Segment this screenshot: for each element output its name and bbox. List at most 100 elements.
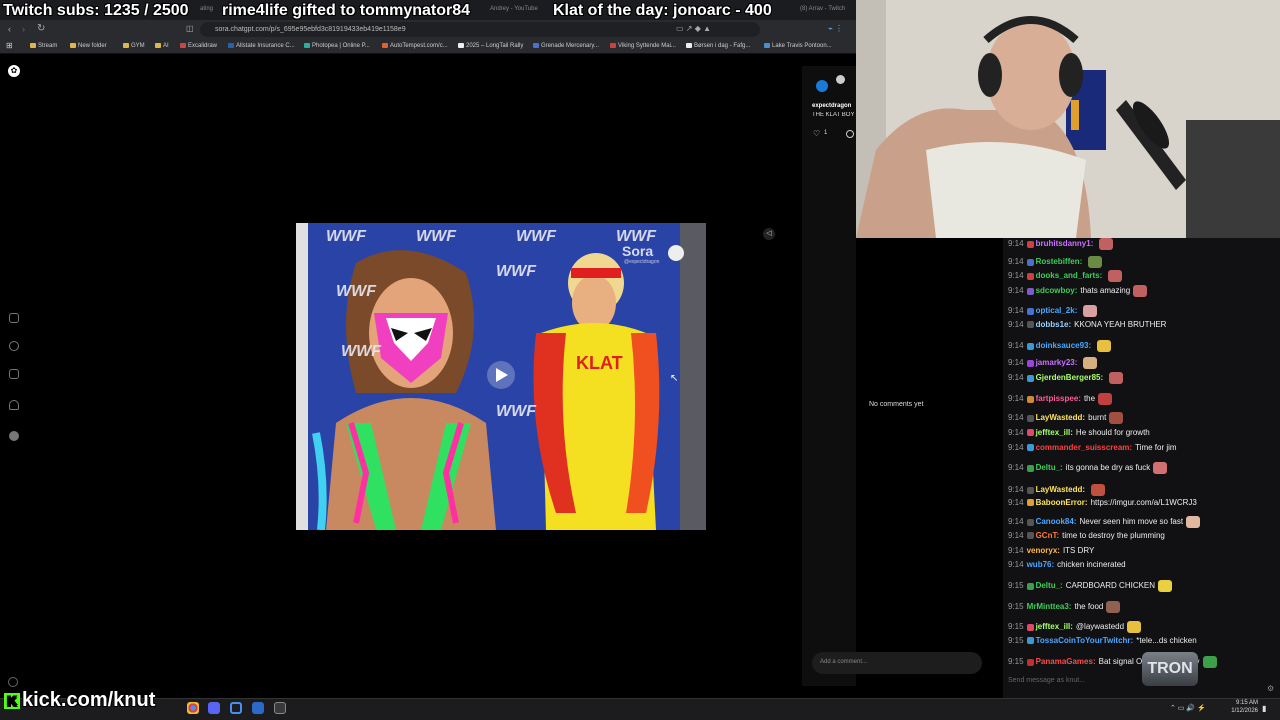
forward-icon[interactable]: › xyxy=(22,24,25,34)
chat-username[interactable]: Rostebiffen: xyxy=(1036,257,1083,266)
chat-username[interactable]: dooks_and_farts: xyxy=(1036,271,1103,280)
like-icon[interactable]: ♡ xyxy=(813,129,820,138)
bookmark-item[interactable]: Viking Syttende Mai... xyxy=(610,43,676,49)
app-icon[interactable] xyxy=(274,702,286,714)
browser-tab[interactable]: ating xyxy=(200,6,213,12)
system-tray-icons[interactable]: ⌃ ▭ 🔊 ⚡ xyxy=(1170,704,1206,712)
chat-username[interactable]: BaboonError: xyxy=(1036,498,1088,507)
bookmark-item[interactable]: GYM xyxy=(123,43,145,49)
bookmark-item[interactable]: 2025 – LongTail Rally xyxy=(458,43,523,49)
chat-username[interactable]: Deltu_: xyxy=(1036,463,1063,472)
chat-username[interactable]: venoryx: xyxy=(1027,546,1060,555)
chat-badge-icon[interactable] xyxy=(1026,582,1034,590)
chat-badge-icon[interactable] xyxy=(1026,240,1034,248)
chat-message: 9:14 GCnT: time to destroy the plumming xyxy=(1008,531,1165,540)
browser-tab[interactable]: (8) Arrav - Twitch xyxy=(800,6,845,12)
chat-username[interactable]: wub76: xyxy=(1027,560,1055,569)
notification-bell-icon[interactable]: ▮ xyxy=(1262,704,1266,713)
chat-username[interactable]: dobbs1e: xyxy=(1036,320,1072,329)
bookmark-item[interactable]: Lake Travis Pontoon... xyxy=(764,43,832,49)
bookmark-item[interactable]: AI xyxy=(155,43,169,49)
bookmark-item[interactable]: Photopea | Online P... xyxy=(304,43,370,49)
video-player[interactable]: WWF WWF WWF WWF WWF WWF WWF WWF KLAT Sor… xyxy=(296,223,706,530)
reload-icon[interactable]: ↻ xyxy=(37,23,45,34)
chat-input[interactable]: Send message as knut... xyxy=(1008,677,1085,684)
viking-icon xyxy=(610,43,616,48)
browser-tab[interactable]: Andrey - YouTube xyxy=(490,6,538,12)
chat-username[interactable]: GjerdenBerger85: xyxy=(1036,373,1104,382)
extensions-icon[interactable]: ▭ ↗ ◆ ▲ xyxy=(676,24,711,33)
clock-date[interactable]: 1/12/2026 xyxy=(1228,708,1258,714)
chat-username[interactable]: MrMinttea3: xyxy=(1027,602,1072,611)
author-avatar[interactable] xyxy=(816,80,828,92)
chat-badge-icon[interactable] xyxy=(1026,272,1034,280)
chat-username[interactable]: fartpisspee: xyxy=(1036,394,1081,403)
settings-icon[interactable] xyxy=(8,677,18,687)
url-text[interactable]: sora.chatgpt.com/p/s_695e95ebfd3c8191943… xyxy=(215,26,406,33)
chat-badge-icon[interactable] xyxy=(1026,637,1034,645)
bell-icon[interactable] xyxy=(9,400,19,410)
search-icon[interactable] xyxy=(9,341,19,351)
profile-icon[interactable]: ⌁ ⋮ xyxy=(828,24,843,33)
bookmark-item[interactable]: New folder xyxy=(70,43,107,49)
chat-username[interactable]: GCnT: xyxy=(1036,531,1060,540)
avatar[interactable] xyxy=(9,431,19,441)
sora-logo-icon[interactable]: ✿ xyxy=(8,65,20,77)
bookmark-item[interactable]: Excalidraw xyxy=(180,43,217,49)
trophy-icon[interactable] xyxy=(9,369,19,379)
chat-badge-icon[interactable] xyxy=(1026,658,1034,666)
clock-time[interactable]: 9:15 AM xyxy=(1228,700,1258,706)
chrome-icon[interactable] xyxy=(187,702,199,714)
chat-badge-icon[interactable] xyxy=(1026,374,1034,382)
chat-username[interactable]: PanamaGames: xyxy=(1036,657,1096,666)
chat-username[interactable]: TossaCoinToYourTwitchr: xyxy=(1036,636,1134,645)
chat-username[interactable]: optical_2k: xyxy=(1036,306,1078,315)
bookmark-star-icon[interactable]: ◫ xyxy=(186,24,194,33)
user-icon[interactable] xyxy=(836,75,845,84)
chat-badge-icon[interactable] xyxy=(1026,486,1034,494)
bookmark-item[interactable]: Grenade Mercenary... xyxy=(533,43,599,49)
chat-badge-icon[interactable] xyxy=(1026,414,1034,422)
mute-icon[interactable]: ◁ xyxy=(763,228,775,240)
apps-icon[interactable]: ⊞ xyxy=(6,41,13,50)
chat-badge-icon[interactable] xyxy=(1026,258,1034,266)
chat-username[interactable]: bruhitsdanny1: xyxy=(1036,239,1094,248)
chat-badge-icon[interactable] xyxy=(1026,518,1034,526)
bookmark-item[interactable]: Allstate Insurance C... xyxy=(228,43,295,49)
chat-badge-icon[interactable] xyxy=(1026,359,1034,367)
remix-icon[interactable] xyxy=(846,130,854,138)
chat-badge-icon[interactable] xyxy=(1026,395,1034,403)
chat-badge-icon[interactable] xyxy=(1026,499,1034,507)
chat-badge-icon[interactable] xyxy=(1026,464,1034,472)
chat-badge-icon[interactable] xyxy=(1026,321,1034,329)
chat-settings-icon[interactable]: ⚙ xyxy=(1267,684,1274,693)
chat-badge-icon[interactable] xyxy=(1026,429,1034,437)
discord-icon[interactable] xyxy=(208,702,220,714)
chat-badge-icon[interactable] xyxy=(1026,623,1034,631)
back-icon[interactable]: ‹ xyxy=(8,24,11,34)
bookmark-item[interactable]: Stream xyxy=(30,43,57,49)
chat-username[interactable]: sdcowboy: xyxy=(1036,286,1078,295)
chat-badge-icon[interactable] xyxy=(1026,342,1034,350)
chat-username[interactable]: commander_suisscream: xyxy=(1036,443,1133,452)
chat-username[interactable]: doinksauce93: xyxy=(1036,341,1092,350)
author-name[interactable]: expectdragon xyxy=(812,103,851,109)
chat-username[interactable]: Canook84: xyxy=(1036,517,1077,526)
app-icon[interactable] xyxy=(252,702,264,714)
chat-badge-icon[interactable] xyxy=(1026,532,1034,540)
chat-badge-icon[interactable] xyxy=(1026,307,1034,315)
edge-icon[interactable] xyxy=(230,702,242,714)
bookmark-item[interactable]: Børsen i dag - Fafg... xyxy=(686,43,750,49)
chat-username[interactable]: LayWastedd: xyxy=(1036,485,1086,494)
chat-timestamp: 9:14 xyxy=(1008,428,1024,437)
bookmark-item[interactable]: AutoTempest.com/c... xyxy=(382,43,448,49)
chat-badge-icon[interactable] xyxy=(1026,444,1034,452)
chat-username[interactable]: Deltu_: xyxy=(1036,581,1063,590)
comment-placeholder[interactable]: Add a comment... xyxy=(820,659,867,665)
chat-username[interactable]: jefftex_ill: xyxy=(1036,428,1073,437)
chat-badge-icon[interactable] xyxy=(1026,287,1034,295)
chat-username[interactable]: LayWastedd: xyxy=(1036,413,1086,422)
chat-username[interactable]: jamarky23: xyxy=(1036,358,1078,367)
home-icon[interactable] xyxy=(9,313,19,323)
chat-username[interactable]: jefftex_ill: xyxy=(1036,622,1073,631)
